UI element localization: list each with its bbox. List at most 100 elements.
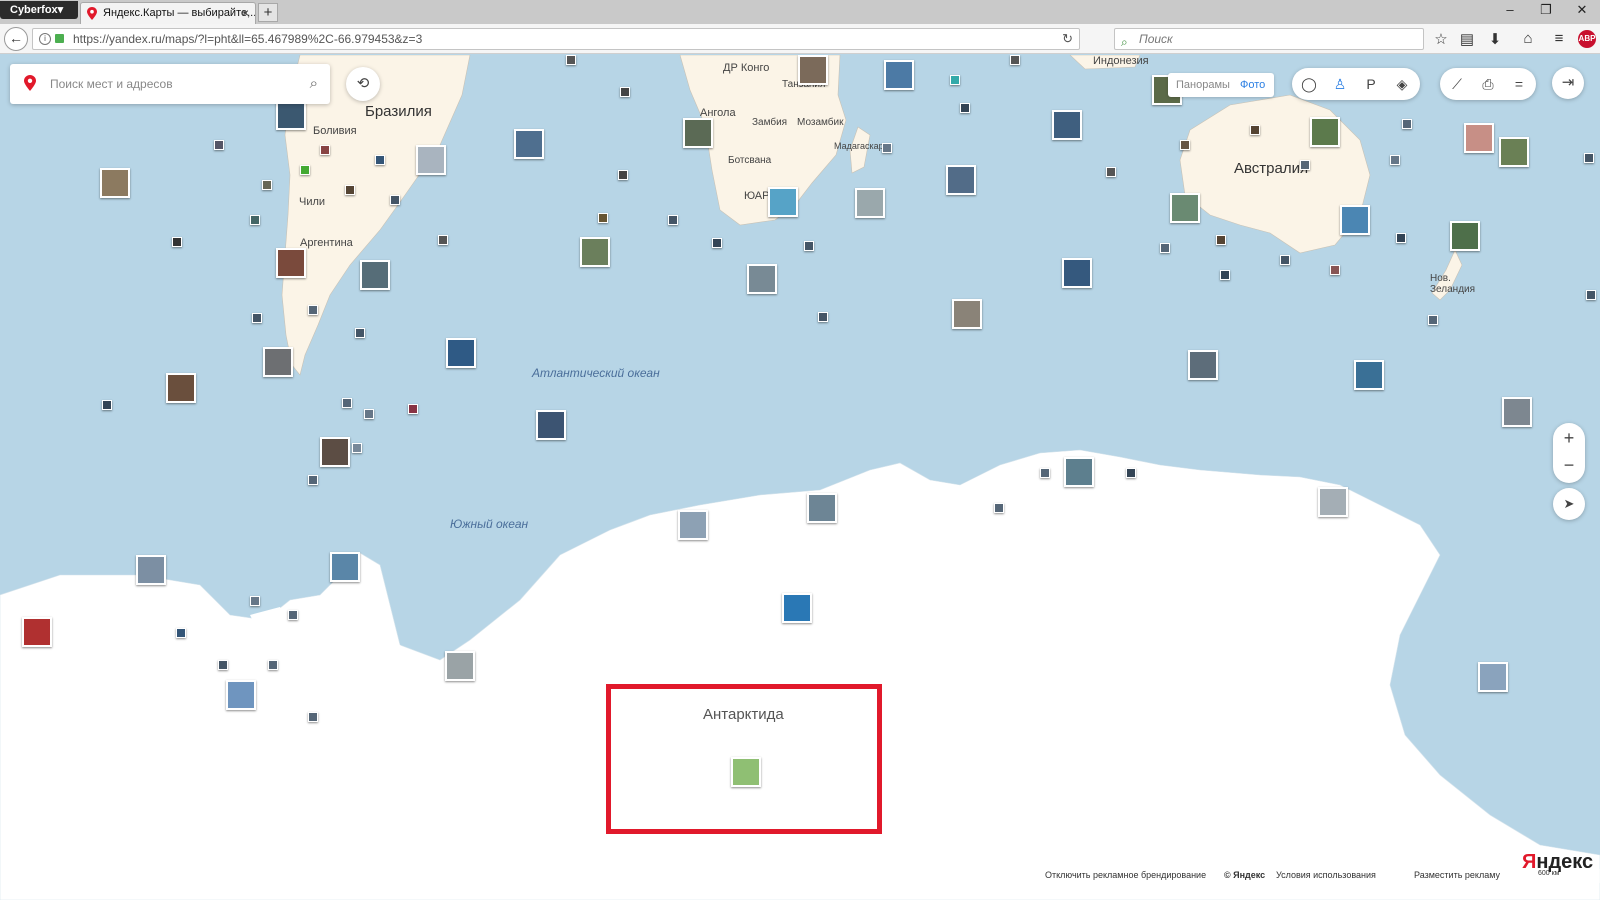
- reader-icon[interactable]: ▤: [1456, 30, 1478, 48]
- photo-marker[interactable]: [268, 660, 278, 670]
- close-window-button[interactable]: ✕: [1572, 2, 1592, 18]
- photo-marker[interactable]: [1402, 119, 1412, 129]
- zoom-in-button[interactable]: +: [1553, 428, 1585, 449]
- photo-marker[interactable]: [288, 610, 298, 620]
- minimize-button[interactable]: –: [1500, 2, 1520, 17]
- photo-marker[interactable]: [1396, 233, 1406, 243]
- photo-thumbnail[interactable]: [946, 165, 976, 195]
- photo-thumbnail[interactable]: [263, 347, 293, 377]
- photo-thumbnail[interactable]: [1464, 123, 1494, 153]
- browser-tab[interactable]: Яндекс.Карты — выбирайте,... ×: [80, 2, 256, 24]
- photo-thumbnail[interactable]: [100, 168, 130, 198]
- photo-marker[interactable]: [1160, 243, 1170, 253]
- map-search-input[interactable]: Поиск мест и адресов ⌕: [10, 64, 330, 104]
- photo-marker[interactable]: [1330, 265, 1340, 275]
- photo-marker[interactable]: [804, 241, 814, 251]
- photo-thumbnail[interactable]: [136, 555, 166, 585]
- photo-marker[interactable]: [320, 145, 330, 155]
- photo-thumbnail[interactable]: [276, 100, 306, 130]
- photo-thumbnail[interactable]: [807, 493, 837, 523]
- photo-thumbnail[interactable]: [1478, 662, 1508, 692]
- disable-branding-link[interactable]: Отключить рекламное брендирование: [1045, 870, 1206, 880]
- photo-marker[interactable]: [345, 185, 355, 195]
- print-icon[interactable]: ⎙: [1473, 68, 1503, 100]
- ruler-icon[interactable]: ⟋: [1442, 68, 1472, 100]
- restore-button[interactable]: ❐: [1536, 2, 1556, 18]
- photo-marker[interactable]: [1584, 153, 1594, 163]
- bookmark-star-icon[interactable]: ☆: [1430, 30, 1452, 48]
- photo-thumbnail[interactable]: [536, 410, 566, 440]
- photo-thumbnail[interactable]: [514, 129, 544, 159]
- tab-close-icon[interactable]: ×: [242, 3, 249, 23]
- photo-thumbnail[interactable]: [416, 145, 446, 175]
- home-icon[interactable]: ⌂: [1517, 30, 1539, 47]
- photo-thumbnail[interactable]: [320, 437, 350, 467]
- photo-marker[interactable]: [1586, 290, 1596, 300]
- photo-marker[interactable]: [668, 215, 678, 225]
- photo-thumbnail[interactable]: [276, 248, 306, 278]
- route-button[interactable]: ⟲: [346, 67, 380, 101]
- photo-thumbnail[interactable]: [1062, 258, 1092, 288]
- app-menu-button[interactable]: Cyberfox▾: [0, 1, 78, 19]
- photo-marker[interactable]: [214, 140, 224, 150]
- photo-marker[interactable]: [364, 409, 374, 419]
- download-icon[interactable]: ⬇: [1484, 30, 1506, 48]
- new-tab-button[interactable]: +: [258, 3, 278, 22]
- photo-marker[interactable]: [300, 165, 310, 175]
- photo-thumbnail[interactable]: [884, 60, 914, 90]
- site-info-icon[interactable]: i: [39, 33, 51, 45]
- photo-marker[interactable]: [712, 238, 722, 248]
- tab-photos[interactable]: Фото: [1240, 73, 1265, 97]
- photo-marker[interactable]: [1010, 55, 1020, 65]
- photo-marker[interactable]: [1220, 270, 1230, 280]
- photo-thumbnail[interactable]: [678, 510, 708, 540]
- photo-thumbnail[interactable]: [580, 237, 610, 267]
- url-bar[interactable]: i https://yandex.ru/maps/?l=pht&ll=65.46…: [32, 28, 1080, 50]
- photo-thumbnail[interactable]: [1318, 487, 1348, 517]
- photo-marker[interactable]: [882, 143, 892, 153]
- photo-thumbnail[interactable]: [22, 617, 52, 647]
- terms-link[interactable]: Условия использования: [1276, 870, 1376, 880]
- photo-marker[interactable]: [994, 503, 1004, 513]
- login-button[interactable]: ⇥: [1552, 67, 1584, 99]
- photo-marker[interactable]: [566, 55, 576, 65]
- photo-marker[interactable]: [1250, 125, 1260, 135]
- photo-marker[interactable]: [308, 712, 318, 722]
- photo-marker[interactable]: [375, 155, 385, 165]
- photo-marker[interactable]: [1106, 167, 1116, 177]
- photo-thumbnail[interactable]: [1499, 137, 1529, 167]
- photo-thumbnail[interactable]: [855, 188, 885, 218]
- adblock-badge[interactable]: ABP: [1578, 30, 1596, 48]
- photo-marker[interactable]: [390, 195, 400, 205]
- photo-thumbnail[interactable]: [1170, 193, 1200, 223]
- photo-marker[interactable]: [252, 313, 262, 323]
- photo-marker[interactable]: [598, 213, 608, 223]
- browser-search-input[interactable]: ⌕ Поиск: [1114, 28, 1424, 50]
- menu-icon[interactable]: ≡: [1548, 30, 1570, 47]
- photo-thumbnail[interactable]: [1052, 110, 1082, 140]
- reload-icon[interactable]: ↻: [1062, 29, 1073, 49]
- photo-marker[interactable]: [1040, 468, 1050, 478]
- tab-panoramas[interactable]: Панорамы: [1176, 73, 1230, 97]
- photo-marker[interactable]: [1180, 140, 1190, 150]
- photo-thumbnail[interactable]: [226, 680, 256, 710]
- photo-marker[interactable]: [262, 180, 272, 190]
- panorama-person-icon[interactable]: ♙: [1325, 68, 1355, 100]
- photo-thumbnail[interactable]: [747, 264, 777, 294]
- layers-icon[interactable]: ◈: [1387, 68, 1417, 100]
- photo-thumbnail[interactable]: [1064, 457, 1094, 487]
- photo-thumbnail[interactable]: [330, 552, 360, 582]
- photo-marker[interactable]: [352, 443, 362, 453]
- zoom-out-button[interactable]: −: [1553, 455, 1585, 476]
- map-canvas[interactable]: Атлантический океан Южный океан ДР Конго…: [0, 55, 1600, 900]
- photo-marker[interactable]: [218, 660, 228, 670]
- photo-marker[interactable]: [308, 475, 318, 485]
- photo-thumbnail[interactable]: [166, 373, 196, 403]
- photo-marker[interactable]: [960, 103, 970, 113]
- photo-marker[interactable]: [818, 312, 828, 322]
- photo-thumbnail[interactable]: [445, 651, 475, 681]
- parking-icon[interactable]: P: [1356, 68, 1386, 100]
- photo-marker[interactable]: [620, 87, 630, 97]
- photo-marker[interactable]: [1390, 155, 1400, 165]
- photo-thumbnail[interactable]: [768, 187, 798, 217]
